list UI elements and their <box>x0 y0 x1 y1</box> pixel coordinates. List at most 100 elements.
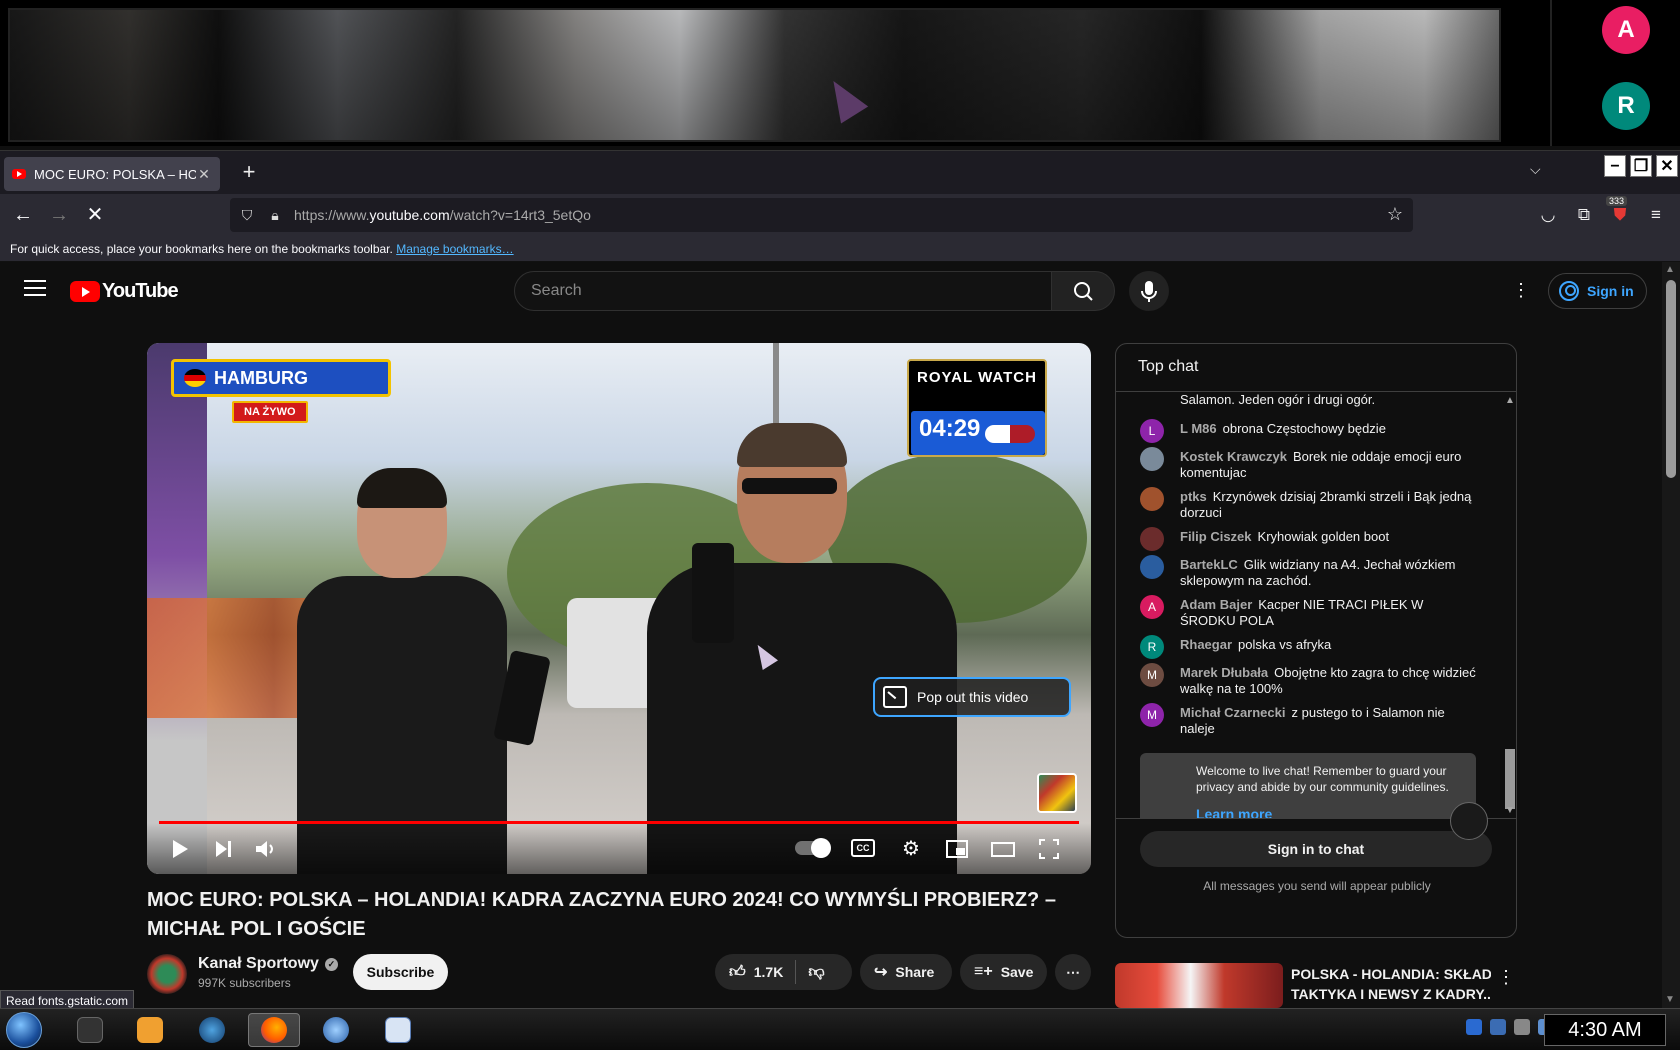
chat-scroll-thumb[interactable] <box>1505 749 1515 809</box>
recommended-more-icon[interactable]: ⋮ <box>1497 967 1515 988</box>
scroll-down-icon[interactable]: ▼ <box>1665 994 1675 1005</box>
bluetooth-icon[interactable] <box>1466 1019 1482 1035</box>
taskbar-app-sphere[interactable] <box>310 1013 362 1047</box>
chat-author[interactable]: ptks <box>1180 489 1207 504</box>
taskbar-app-window[interactable] <box>372 1013 424 1047</box>
stop-button[interactable]: ✕ <box>82 202 108 228</box>
chat-author[interactable]: Michał Czarnecki <box>1180 705 1286 720</box>
chat-author[interactable]: Adam Bajer <box>1180 597 1252 612</box>
dislike-icon[interactable]: 👎︎ <box>808 963 824 982</box>
address-bar[interactable]: ⛉ 🔒︎ https://www.youtube.com/watch?v=14r… <box>230 198 1413 232</box>
restore-button[interactable]: ❐ <box>1630 155 1652 177</box>
voice-search-button[interactable] <box>1129 271 1169 311</box>
share-button[interactable]: ↪ Share <box>860 954 952 990</box>
extensions-icon[interactable]: ⧉ <box>1572 202 1596 228</box>
taskbar-app-globe[interactable] <box>186 1013 238 1047</box>
browser-tab-youtube[interactable]: MOC EURO: POLSKA – HOLANDIA! ✕ <box>4 157 220 191</box>
learn-more-link[interactable]: Learn more <box>1196 806 1456 818</box>
settings-gear-icon[interactable]: ⚙ <box>897 835 925 863</box>
close-icon[interactable]: ✕ <box>196 166 212 183</box>
chevron-down-icon[interactable]: ⌵ <box>1530 161 1541 178</box>
location-badge-text: HAMBURG <box>214 367 308 388</box>
scroll-up-icon[interactable]: ▲ <box>1665 264 1675 275</box>
taskbar-app-firefox[interactable] <box>248 1013 300 1047</box>
bookmarks-hint: For quick access, place your bookmarks h… <box>10 242 393 256</box>
search-button[interactable] <box>1051 271 1115 311</box>
chat-text: Kryhowiak golden boot <box>1257 529 1390 544</box>
settings-more-icon[interactable]: ⋮ <box>1512 280 1530 302</box>
theater-mode-icon[interactable] <box>989 835 1017 863</box>
chat-author[interactable]: Kostek Krawczyk <box>1180 449 1287 464</box>
pocket-icon[interactable]: ◡ <box>1536 202 1560 228</box>
display-icon[interactable] <box>1490 1019 1506 1035</box>
lock-icon[interactable]: 🔒︎ <box>264 207 286 224</box>
volume-icon[interactable] <box>251 835 279 863</box>
like-count[interactable]: 1.7K <box>754 964 784 980</box>
progress-bar[interactable] <box>159 821 1079 824</box>
chat-author[interactable]: Filip Ciszek <box>1180 529 1252 544</box>
sign-in-to-chat-button[interactable]: Sign in to chat <box>1140 831 1492 867</box>
play-icon[interactable] <box>165 835 193 863</box>
video-player[interactable]: HAMBURG NA ŻYWO ROYAL WATCH 04:29 Pop ou… <box>147 343 1091 874</box>
participant-avatar-r[interactable]: R <box>1602 82 1650 130</box>
more-actions-button[interactable]: ⋯ <box>1055 954 1091 990</box>
new-tab-button[interactable]: + <box>234 157 264 187</box>
subtitles-button[interactable]: CC <box>851 839 875 857</box>
forward-button[interactable]: → <box>46 202 72 228</box>
chat-message-body: Rhaegar polska vs afryka <box>1180 637 1331 659</box>
more-horizontal-icon: ⋯ <box>1066 963 1080 980</box>
back-button[interactable]: ← <box>10 202 36 228</box>
close-window-button[interactable]: ✕ <box>1656 155 1678 177</box>
live-badge: NA ŻYWO <box>232 401 308 423</box>
like-icon[interactable]: 👍︎ <box>729 963 746 982</box>
autoplay-toggle[interactable] <box>795 838 831 858</box>
search-input[interactable]: Search <box>514 271 1052 311</box>
bookmark-star-icon[interactable]: ☆ <box>1387 204 1403 225</box>
search-icon <box>1074 282 1093 301</box>
chat-avatar: M <box>1140 663 1164 687</box>
chat-author[interactable]: Marek Dłubała <box>1180 665 1268 680</box>
start-button[interactable] <box>6 1012 42 1048</box>
menu-icon[interactable]: ≡ <box>1644 202 1668 228</box>
subscribe-button[interactable]: Subscribe <box>353 954 448 990</box>
volume-tray-icon[interactable] <box>1514 1019 1530 1035</box>
taskbar-clock[interactable]: 4:30 AM <box>1544 1014 1666 1046</box>
sign-in-button[interactable]: Sign in <box>1548 273 1647 309</box>
chat-scrollbar[interactable]: ▲ ▼ <box>1502 393 1516 818</box>
shared-screen-video <box>8 8 1501 142</box>
recommended-video-thumbnail[interactable] <box>1115 963 1283 1008</box>
tab-title: MOC EURO: POLSKA – HOLANDIA! <box>34 166 196 182</box>
fullscreen-icon[interactable] <box>1035 835 1063 863</box>
royal-watch-title: ROYAL WATCH <box>917 369 1037 386</box>
minimize-button[interactable]: − <box>1604 155 1626 177</box>
recommended-video-title[interactable]: POLSKA - HOLANDIA: SKŁAD, TAKTYKA I NEWS… <box>1291 964 1491 1004</box>
participant-initial: A <box>1617 16 1635 43</box>
channel-watermark-icon[interactable] <box>1037 773 1077 813</box>
hamburger-menu-icon[interactable] <box>24 280 46 296</box>
miniplayer-icon[interactable] <box>943 835 971 863</box>
taskbar-app-media[interactable] <box>124 1013 176 1047</box>
page-scrollbar[interactable]: ▲ ▼ <box>1662 262 1680 1008</box>
next-icon[interactable] <box>209 835 237 863</box>
video-frame-microphone <box>692 543 734 643</box>
pop-out-video-button[interactable]: Pop out this video <box>873 677 1071 717</box>
chat-author[interactable]: BartekLC <box>1180 557 1238 572</box>
chat-mode-selector[interactable]: Top chat <box>1116 344 1516 392</box>
participant-avatar-a[interactable]: A <box>1602 6 1650 54</box>
channel-avatar[interactable] <box>147 954 187 994</box>
chat-author[interactable]: Rhaegar <box>1180 637 1232 652</box>
scroll-down-icon[interactable]: ▼ <box>1505 805 1515 816</box>
recommended-title-line: TAKTYKA I NEWSY Z KADRY.... <box>1291 986 1491 1002</box>
save-button[interactable]: ≡+ Save <box>960 954 1047 990</box>
channel-name[interactable]: Kanał Sportowy ✓ <box>198 955 338 973</box>
taskbar-app-terminal[interactable] <box>64 1013 116 1047</box>
scroll-up-icon[interactable]: ▲ <box>1505 395 1515 406</box>
page-scroll-thumb[interactable] <box>1666 280 1676 478</box>
video-title: MOC EURO: POLSKA – HOLANDIA! KADRA ZACZY… <box>147 889 1056 940</box>
chat-message: A Adam Bajer Kacper NIE TRACI PIŁEK W ŚRO… <box>1140 595 1480 629</box>
youtube-logo[interactable]: YouTube <box>70 280 179 303</box>
chat-author[interactable]: L M86 <box>1180 421 1217 436</box>
window-app-icon <box>385 1017 411 1043</box>
shield-icon[interactable]: ⛉ <box>236 207 258 224</box>
manage-bookmarks-link[interactable]: Manage bookmarks… <box>396 242 513 256</box>
